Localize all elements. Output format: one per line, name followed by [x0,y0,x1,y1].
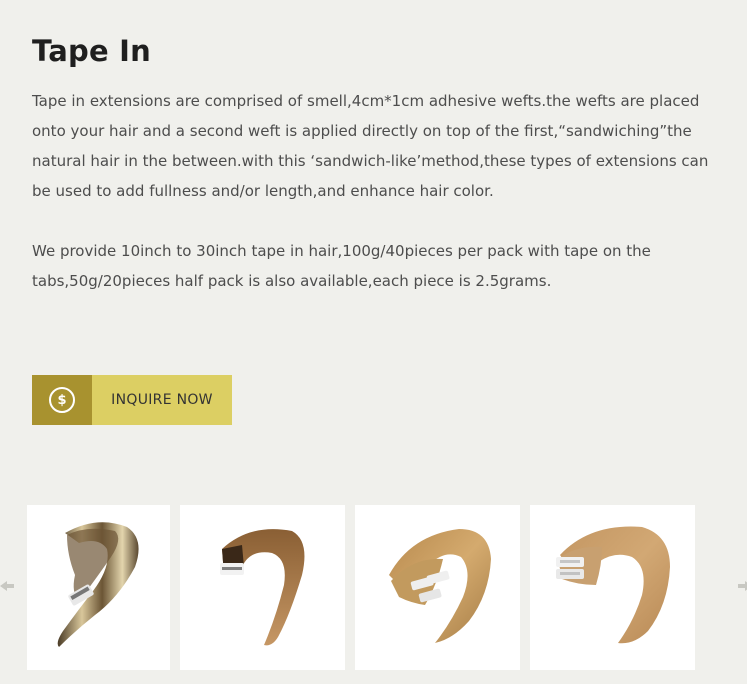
balayage-tape-hair-thumbnail[interactable] [27,505,170,670]
pricing-paragraph: We provide 10inch to 30inch tape in hair… [32,242,651,290]
light-brown-tape-hair-thumbnail[interactable] [530,505,695,670]
page-title: Tape In [32,34,151,68]
dollar-icon: $ [49,387,75,413]
description-paragraph: Tape in extensions are comprised of smel… [32,92,709,200]
inquire-now-label: INQUIRE NOW [92,375,232,425]
inquire-icon-box: $ [32,375,92,425]
ombre-tape-hair-thumbnail[interactable] [180,505,345,670]
inquire-now-button[interactable]: $ INQUIRE NOW [32,375,232,425]
honey-blonde-tape-hair-thumbnail[interactable] [355,505,520,670]
arrow-left-icon[interactable] [0,579,14,593]
arrow-right-icon[interactable] [738,579,747,593]
